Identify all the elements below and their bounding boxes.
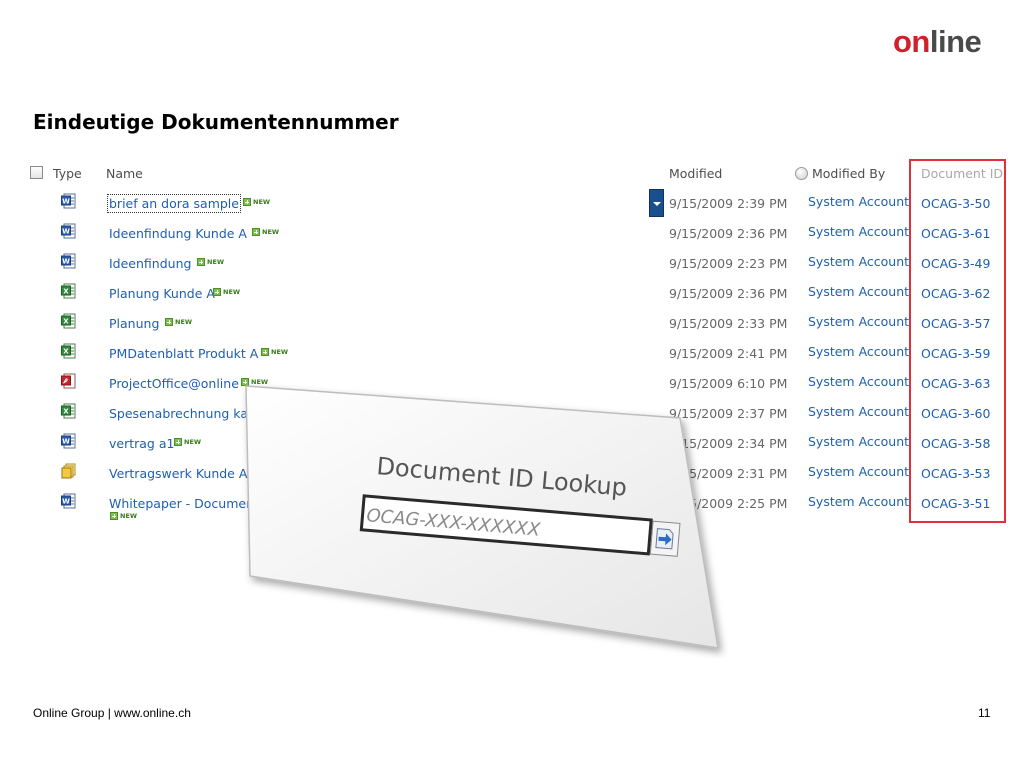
page-number: 11 — [978, 706, 991, 720]
list-row[interactable]: X Planung NEW 9/15/2009 2:33 PM System Accou… — [0, 313, 1024, 346]
document-name-link[interactable]: Ideenfindung — [109, 256, 191, 271]
document-name-link[interactable]: Whitepaper - Documen — [109, 496, 254, 511]
header-modified[interactable]: Modified — [669, 166, 722, 181]
document-id-highlight — [909, 159, 1006, 523]
new-badge-label: NEW — [262, 228, 280, 236]
new-badge: NEW — [110, 512, 137, 520]
select-all-checkbox[interactable] — [30, 166, 43, 179]
new-badge: NEW — [243, 198, 270, 206]
excel-doc-icon: X — [61, 313, 76, 329]
list-row[interactable]: W Ideenfindung NEW 9/15/2009 2:23 PM System … — [0, 253, 1024, 286]
new-badge-label: NEW — [120, 512, 138, 520]
svg-text:W: W — [62, 258, 70, 266]
logo-part-line: line — [929, 24, 982, 59]
list-row[interactable]: X Planung Kunde A NEW 9/15/2009 2:36 PM Syst… — [0, 283, 1024, 316]
document-name-link[interactable]: Ideenfindung Kunde A — [109, 226, 247, 241]
modified-by-link[interactable]: System Account — [808, 224, 909, 239]
document-name-link[interactable]: vertrag a1 — [109, 436, 174, 451]
new-plus-icon — [261, 348, 269, 356]
footer-company: Online Group | www.online.ch — [33, 706, 191, 720]
excel-doc-icon: X — [61, 343, 76, 359]
modified-date: 9/15/2009 2:33 PM — [669, 316, 788, 331]
new-plus-icon — [110, 512, 118, 520]
logo-part-on: on — [893, 24, 930, 59]
list-row[interactable]: X PMDatenblatt Produkt A NEW 9/15/2009 2:41… — [0, 343, 1024, 376]
new-badge-label: NEW — [207, 258, 225, 266]
excel-doc-icon: X — [61, 403, 76, 419]
new-badge: NEW — [174, 438, 201, 446]
document-set-icon — [61, 463, 76, 479]
new-plus-icon — [243, 198, 251, 206]
new-badge: NEW — [165, 318, 192, 326]
modified-by-radio-icon — [795, 167, 808, 180]
modified-date: 9/15/2009 2:36 PM — [669, 226, 788, 241]
new-badge-label: NEW — [184, 438, 202, 446]
svg-text:W: W — [62, 228, 70, 236]
svg-text:X: X — [63, 318, 69, 326]
new-badge: NEW — [261, 348, 288, 356]
modified-date: 9/15/2009 2:41 PM — [669, 346, 788, 361]
document-name-link[interactable]: brief an dora sample — [107, 194, 241, 213]
svg-text:W: W — [62, 438, 70, 446]
document-name-link[interactable]: ProjectOffice@online — [109, 376, 239, 391]
header-modified-by[interactable]: Modified By — [812, 166, 885, 181]
modified-by-link[interactable]: System Account — [808, 284, 909, 299]
document-name-link[interactable]: Planung Kunde A — [109, 286, 215, 301]
svg-text:W: W — [62, 198, 70, 206]
new-badge-label: NEW — [253, 198, 271, 206]
new-plus-icon — [252, 228, 260, 236]
word-doc-icon: W — [61, 493, 76, 509]
modified-by-link[interactable]: System Account — [808, 374, 909, 389]
modified-by-link[interactable]: System Account — [808, 194, 909, 209]
new-badge: NEW — [197, 258, 224, 266]
list-row[interactable]: Wbrief an dora sample NEW 9/15/2009 2:39 P… — [0, 193, 1024, 226]
svg-text:X: X — [63, 348, 69, 356]
modified-by-link[interactable]: System Account — [808, 344, 909, 359]
online-logo: online — [893, 24, 982, 59]
modified-by-link[interactable]: System Account — [808, 404, 909, 419]
item-menu-dropdown-button[interactable] — [649, 189, 664, 217]
word-doc-icon: W — [61, 193, 76, 209]
modified-by-link[interactable]: System Account — [808, 464, 909, 479]
word-doc-icon: W — [61, 223, 76, 239]
pdf-doc-icon — [61, 373, 76, 389]
document-name-link[interactable]: Spesenabrechnung ka — [109, 406, 248, 421]
excel-doc-icon: X — [61, 283, 76, 299]
new-plus-icon — [213, 288, 221, 296]
page-title: Eindeutige Dokumentennummer — [33, 110, 399, 134]
svg-text:W: W — [62, 498, 70, 506]
modified-date: 9/15/2009 2:36 PM — [669, 286, 788, 301]
document-name-link[interactable]: Planung — [109, 316, 159, 331]
new-plus-icon — [165, 318, 173, 326]
modified-date: 9/15/2009 2:23 PM — [669, 256, 788, 271]
modified-by-link[interactable]: System Account — [808, 314, 909, 329]
modified-by-link[interactable]: System Account — [808, 254, 909, 269]
new-badge-label: NEW — [223, 288, 241, 296]
go-arrow-icon[interactable] — [649, 520, 681, 557]
header-name[interactable]: Name — [106, 166, 143, 181]
new-badge: NEW — [252, 228, 279, 236]
new-plus-icon — [174, 438, 182, 446]
new-badge-label: NEW — [175, 318, 193, 326]
new-plus-icon — [197, 258, 205, 266]
modified-by-link[interactable]: System Account — [808, 434, 909, 449]
svg-text:X: X — [63, 288, 69, 296]
document-name-link[interactable]: Vertragswerk Kunde A — [109, 466, 247, 481]
modified-by-link[interactable]: System Account — [808, 494, 909, 509]
document-id-lookup-card: Document ID Lookup OCAG-XXX-XXXXXX — [245, 385, 719, 649]
word-doc-icon: W — [61, 253, 76, 269]
document-name-link[interactable]: PMDatenblatt Produkt A — [109, 346, 258, 361]
modified-date: 9/15/2009 2:39 PM — [669, 196, 788, 211]
word-doc-icon: W — [61, 433, 76, 449]
list-row[interactable]: W Ideenfindung Kunde A NEW 9/15/2009 2:36 P… — [0, 223, 1024, 256]
svg-text:X: X — [63, 408, 69, 416]
new-badge-label: NEW — [271, 348, 289, 356]
header-type[interactable]: Type — [53, 166, 82, 181]
new-badge: NEW — [213, 288, 240, 296]
